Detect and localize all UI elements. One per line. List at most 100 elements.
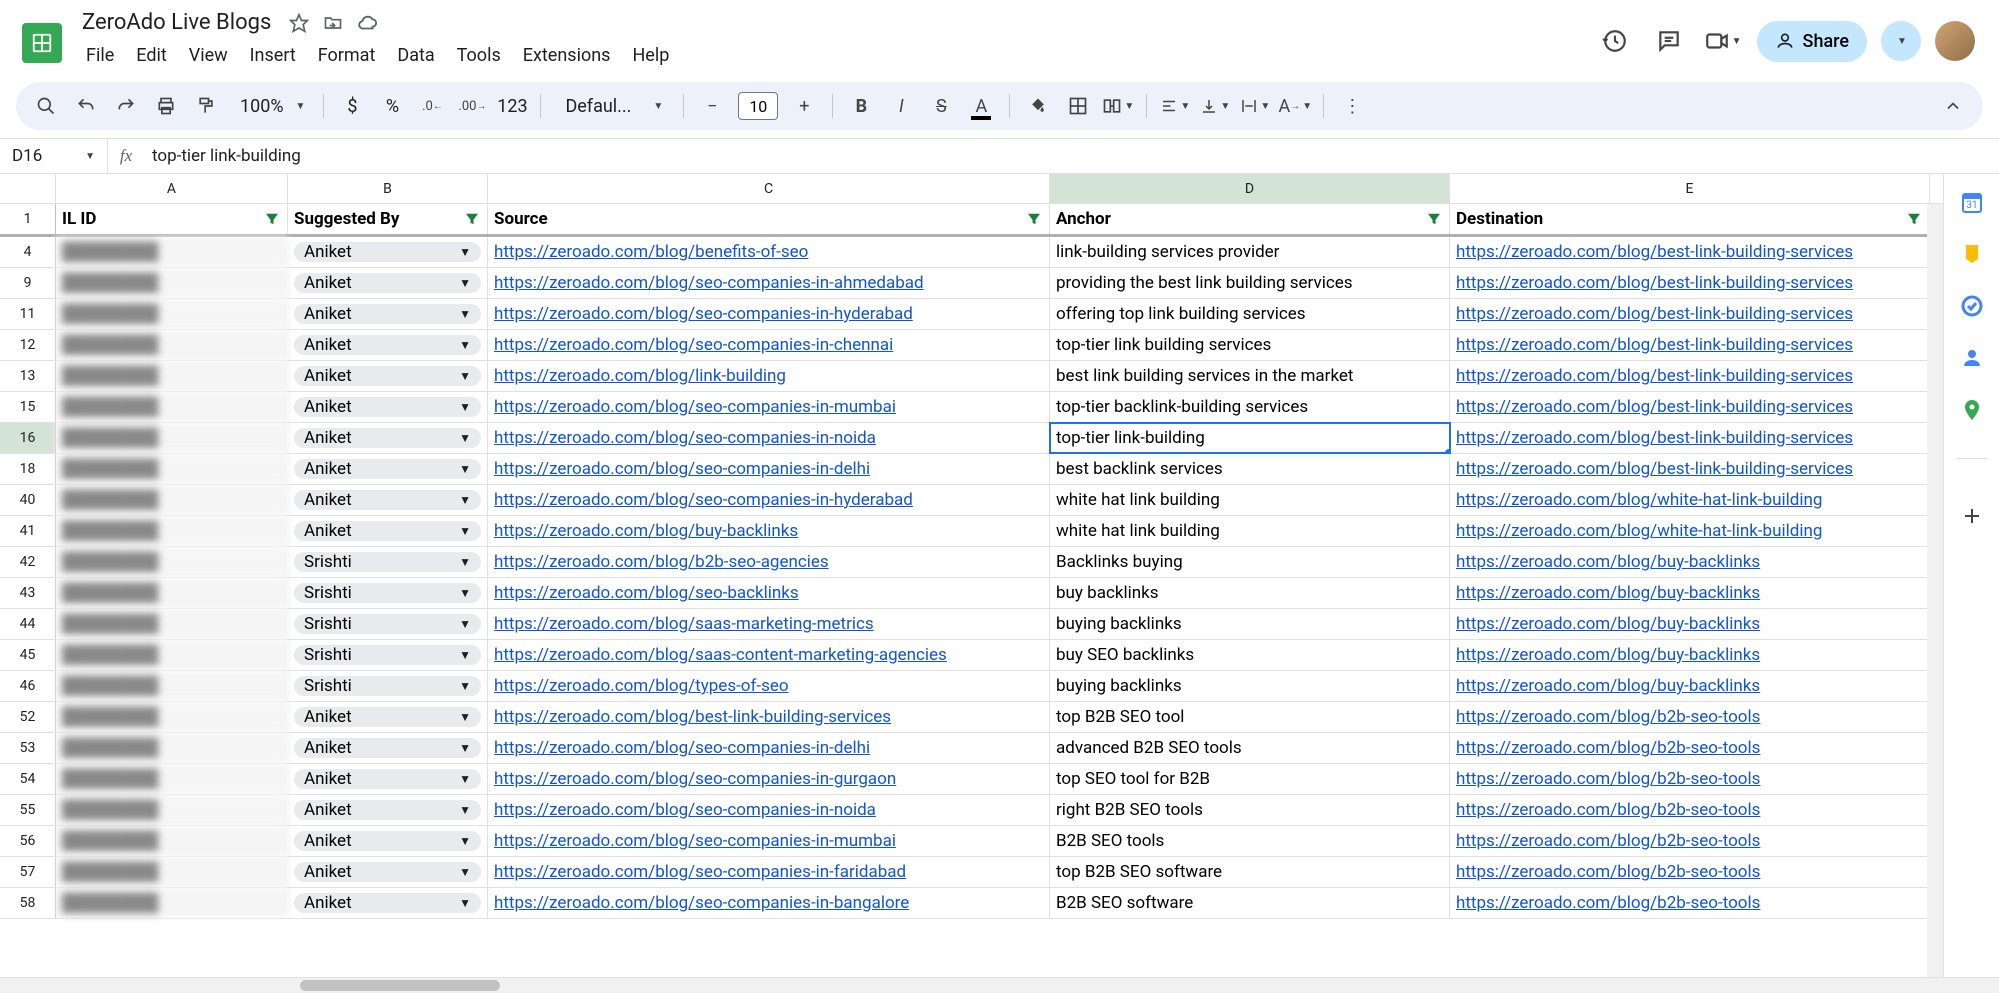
cell-anchor[interactable]: B2B SEO tools (1050, 826, 1450, 856)
cell-il-id[interactable]: ████████ (56, 392, 288, 422)
cell-anchor[interactable]: B2B SEO software (1050, 888, 1450, 918)
cell-destination[interactable]: https://zeroado.com/blog/buy-backlinks (1450, 671, 1930, 701)
strikethrough-icon[interactable]: S (923, 88, 959, 124)
cell-source[interactable]: https://zeroado.com/blog/b2b-seo-agencie… (488, 547, 1050, 577)
fill-color-icon[interactable] (1020, 88, 1056, 124)
menu-edit[interactable]: Edit (126, 39, 176, 72)
cell-destination[interactable]: https://zeroado.com/blog/buy-backlinks (1450, 609, 1930, 639)
column-header-a[interactable]: A (56, 174, 288, 203)
filter-icon[interactable] (463, 210, 481, 228)
row-header[interactable]: 55 (0, 795, 56, 825)
menu-view[interactable]: View (179, 39, 238, 72)
row-header[interactable]: 13 (0, 361, 56, 391)
history-icon[interactable] (1595, 21, 1635, 61)
cell-source[interactable]: https://zeroado.com/blog/saas-marketing-… (488, 609, 1050, 639)
cell-destination[interactable]: https://zeroado.com/blog/b2b-seo-tools (1450, 764, 1930, 794)
cell-destination[interactable]: https://zeroado.com/blog/best-link-build… (1450, 268, 1930, 298)
row-header[interactable]: 4 (0, 237, 56, 267)
horizontal-scrollbar[interactable] (0, 977, 1999, 993)
cell-anchor[interactable]: top SEO tool for B2B (1050, 764, 1450, 794)
cell-il-id[interactable]: ████████ (56, 888, 288, 918)
cell-il-id[interactable]: ████████ (56, 826, 288, 856)
vertical-align-icon[interactable]: ▼ (1197, 88, 1233, 124)
cell-destination[interactable]: https://zeroado.com/blog/buy-backlinks (1450, 547, 1930, 577)
cell-source[interactable]: https://zeroado.com/blog/seo-companies-i… (488, 330, 1050, 360)
cell-il-id[interactable]: ████████ (56, 268, 288, 298)
cell-anchor[interactable]: providing the best link building service… (1050, 268, 1450, 298)
menu-insert[interactable]: Insert (240, 39, 306, 72)
name-box[interactable]: D16▼ (0, 139, 108, 173)
text-wrap-icon[interactable]: ▼ (1237, 88, 1273, 124)
contacts-icon[interactable] (1958, 344, 1986, 372)
cell-source[interactable]: https://zeroado.com/blog/seo-companies-i… (488, 299, 1050, 329)
add-on-icon[interactable] (1958, 502, 1986, 530)
row-header[interactable]: 58 (0, 888, 56, 918)
row-header[interactable]: 1 (0, 204, 56, 234)
cell-source[interactable]: https://zeroado.com/blog/seo-companies-i… (488, 795, 1050, 825)
paint-format-icon[interactable] (188, 88, 224, 124)
cell-anchor[interactable]: best backlink services (1050, 454, 1450, 484)
filter-icon[interactable] (1905, 210, 1923, 228)
column-header-b[interactable]: B (288, 174, 488, 203)
cell-suggested-by[interactable]: Aniket▼ (288, 454, 488, 484)
print-icon[interactable] (148, 88, 184, 124)
cell-il-id[interactable]: ████████ (56, 671, 288, 701)
more-toolbar-icon[interactable]: ⋮ (1334, 88, 1370, 124)
cell-destination[interactable]: https://zeroado.com/blog/best-link-build… (1450, 361, 1930, 391)
header-destination[interactable]: Destination (1450, 204, 1930, 234)
cell-suggested-by[interactable]: Aniket▼ (288, 733, 488, 763)
borders-icon[interactable] (1060, 88, 1096, 124)
column-header-c[interactable]: C (488, 174, 1050, 203)
cell-source[interactable]: https://zeroado.com/blog/seo-companies-i… (488, 454, 1050, 484)
cell-suggested-by[interactable]: Srishti▼ (288, 578, 488, 608)
cell-suggested-by[interactable]: Aniket▼ (288, 392, 488, 422)
row-header[interactable]: 44 (0, 609, 56, 639)
cell-il-id[interactable]: ████████ (56, 330, 288, 360)
cell-source[interactable]: https://zeroado.com/blog/seo-companies-i… (488, 392, 1050, 422)
text-rotation-icon[interactable]: A→▼ (1277, 88, 1313, 124)
cell-il-id[interactable]: ████████ (56, 454, 288, 484)
cell-anchor[interactable]: best link building services in the marke… (1050, 361, 1450, 391)
cell-source[interactable]: https://zeroado.com/blog/benefits-of-seo (488, 237, 1050, 267)
bold-icon[interactable]: B (843, 88, 879, 124)
cell-destination[interactable]: https://zeroado.com/blog/b2b-seo-tools (1450, 795, 1930, 825)
spreadsheet-grid[interactable]: A B C D E 1 IL ID Suggested By Source An… (0, 174, 1943, 977)
cell-source[interactable]: https://zeroado.com/blog/link-building (488, 361, 1050, 391)
increase-font-icon[interactable]: + (786, 88, 822, 124)
cell-suggested-by[interactable]: Aniket▼ (288, 888, 488, 918)
row-header[interactable]: 52 (0, 702, 56, 732)
cell-destination[interactable]: https://zeroado.com/blog/best-link-build… (1450, 299, 1930, 329)
cell-anchor[interactable]: buy SEO backlinks (1050, 640, 1450, 670)
move-folder-icon[interactable] (321, 11, 345, 35)
cell-source[interactable]: https://zeroado.com/blog/buy-backlinks (488, 516, 1050, 546)
header-anchor[interactable]: Anchor (1050, 204, 1450, 234)
cell-anchor[interactable]: top B2B SEO tool (1050, 702, 1450, 732)
cell-il-id[interactable]: ████████ (56, 702, 288, 732)
cell-suggested-by[interactable]: Aniket▼ (288, 330, 488, 360)
cell-anchor[interactable]: top-tier backlink-building services (1050, 392, 1450, 422)
collapse-toolbar-icon[interactable] (1935, 88, 1971, 124)
text-color-icon[interactable]: A (963, 88, 999, 124)
row-header[interactable]: 11 (0, 299, 56, 329)
cell-suggested-by[interactable]: Aniket▼ (288, 361, 488, 391)
keep-icon[interactable] (1958, 240, 1986, 268)
header-il-id[interactable]: IL ID (56, 204, 288, 234)
cell-suggested-by[interactable]: Aniket▼ (288, 702, 488, 732)
select-all-corner[interactable] (0, 174, 56, 203)
cell-destination[interactable]: https://zeroado.com/blog/best-link-build… (1450, 237, 1930, 267)
row-header[interactable]: 57 (0, 857, 56, 887)
header-suggested-by[interactable]: Suggested By (288, 204, 488, 234)
star-icon[interactable] (287, 11, 311, 35)
cell-suggested-by[interactable]: Aniket▼ (288, 795, 488, 825)
cell-il-id[interactable]: ████████ (56, 578, 288, 608)
row-header[interactable]: 18 (0, 454, 56, 484)
vertical-scrollbar[interactable] (1927, 204, 1943, 977)
cell-suggested-by[interactable]: Srishti▼ (288, 609, 488, 639)
cell-source[interactable]: https://zeroado.com/blog/seo-companies-i… (488, 268, 1050, 298)
cell-source[interactable]: https://zeroado.com/blog/seo-companies-i… (488, 888, 1050, 918)
cell-destination[interactable]: https://zeroado.com/blog/buy-backlinks (1450, 578, 1930, 608)
cell-il-id[interactable]: ████████ (56, 609, 288, 639)
menu-file[interactable]: File (76, 39, 124, 72)
row-header[interactable]: 43 (0, 578, 56, 608)
cell-anchor[interactable]: link-building services provider (1050, 237, 1450, 267)
